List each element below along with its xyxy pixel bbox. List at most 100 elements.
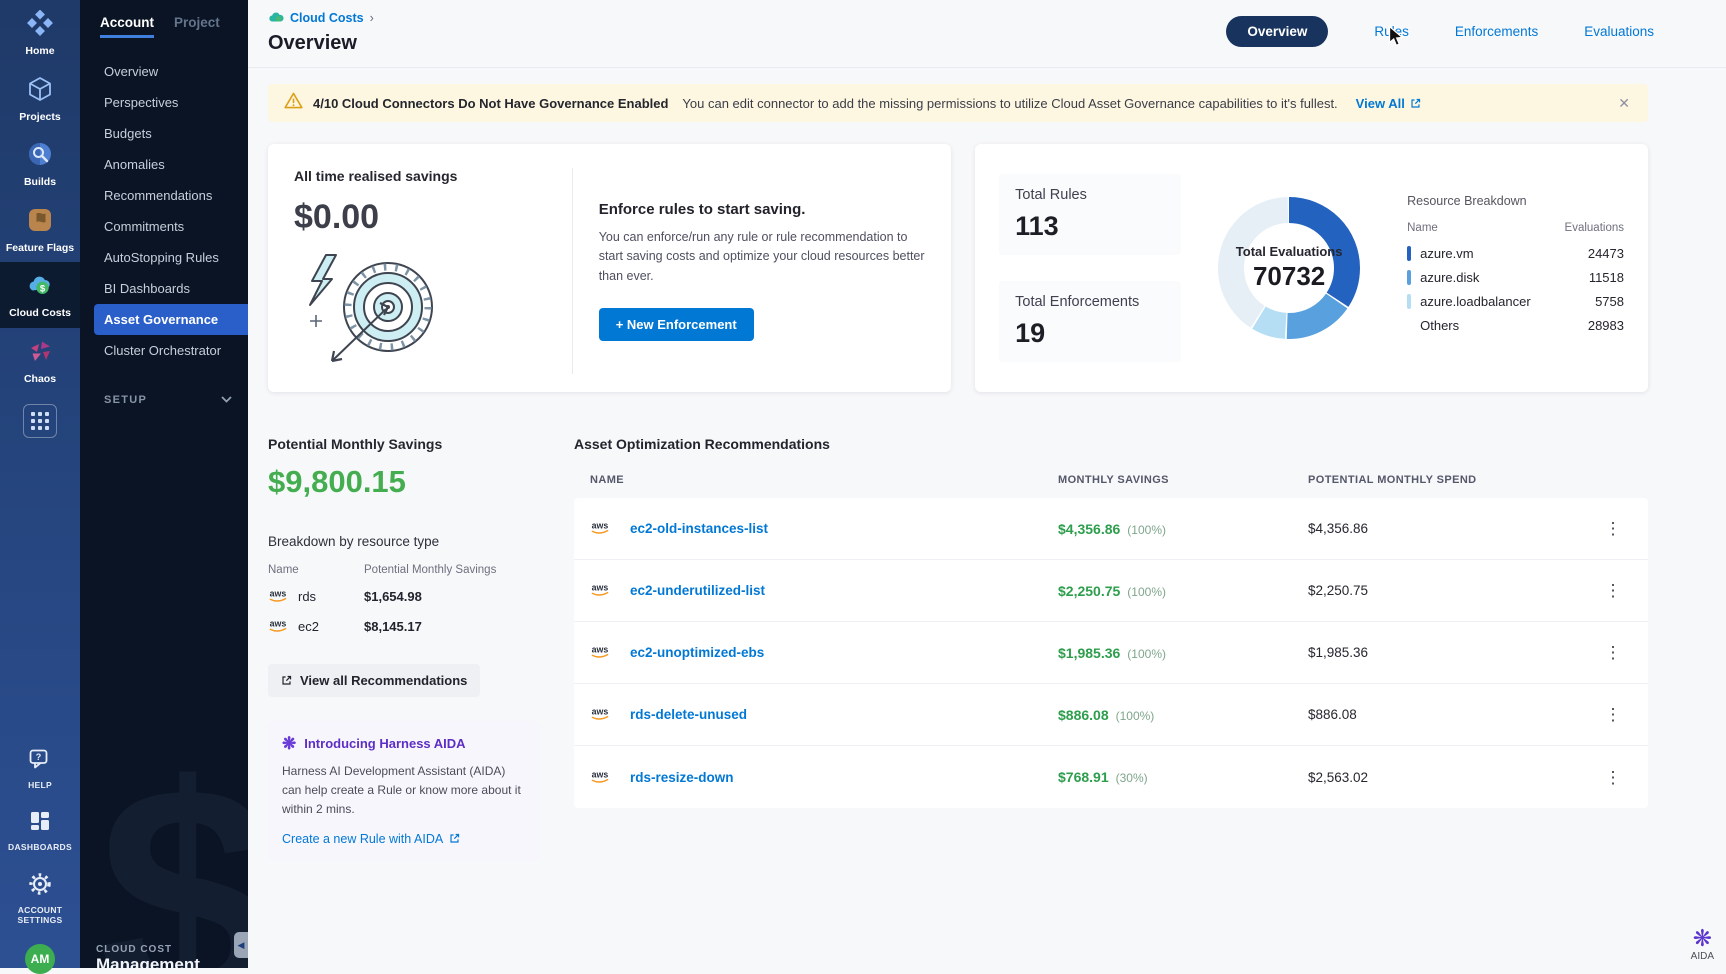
sidebar-item-autostopping-rules[interactable]: AutoStopping Rules	[80, 242, 248, 273]
legend-value: 11518	[1589, 270, 1624, 285]
col-name: NAME	[574, 474, 1058, 486]
rail-item-chaos[interactable]: Chaos	[0, 328, 80, 394]
sidebar-item-overview[interactable]: Overview	[80, 56, 248, 87]
sidebar-item-recommendations[interactable]: Recommendations	[80, 180, 248, 211]
aws-icon: aws	[590, 519, 614, 538]
cta-title: Enforce rules to start saving.	[599, 201, 925, 218]
banner-title: 4/10 Cloud Connectors Do Not Have Govern…	[313, 96, 668, 111]
table-row: awsec2-old-instances-list$4,356.86(100%)…	[574, 498, 1648, 560]
sidebar-item-anomalies[interactable]: Anomalies	[80, 149, 248, 180]
scope-tab-account[interactable]: Account	[100, 15, 154, 38]
rail-item-builds[interactable]: Builds	[0, 131, 80, 197]
resource-type-label: rds	[298, 589, 316, 604]
tab-enforcements[interactable]: Enforcements	[1455, 24, 1538, 39]
rail-item-help[interactable]: ?HELP	[0, 737, 80, 799]
aida-fab[interactable]: ❋ AIDA	[1691, 927, 1714, 962]
kebab-menu-icon[interactable]: ⋮	[1578, 582, 1648, 599]
sidebar-item-budgets[interactable]: Budgets	[80, 118, 248, 149]
recommendation-link[interactable]: awsec2-underutilized-list	[574, 581, 1058, 600]
rail-bottom-items: ?HELPDASHBOARDSACCOUNT SETTINGS	[0, 737, 80, 934]
breadcrumb[interactable]: Cloud Costs ›	[268, 10, 374, 26]
kebab-menu-icon[interactable]: ⋮	[1578, 644, 1648, 661]
rail-item-cloud-costs[interactable]: $Cloud Costs	[0, 262, 80, 328]
resource-breakdown-legend: Resource Breakdown Name Evaluations azur…	[1397, 194, 1624, 342]
breakdown-col-savings: Potential Monthly Savings	[364, 564, 496, 576]
dartboard-illustration	[298, 247, 440, 378]
potential-savings-label: Potential Monthly Savings	[268, 436, 540, 452]
sidebar-item-perspectives[interactable]: Perspectives	[80, 87, 248, 118]
legend-row: azure.vm 24473	[1407, 246, 1624, 261]
banner-close-icon[interactable]: ✕	[1616, 95, 1632, 112]
recommendations-rows: aws ec2-old-instances-list $4,356.86 (100%)…	[574, 498, 1648, 808]
svg-text:aws: aws	[592, 769, 609, 779]
rail-item-label: Chaos	[2, 373, 78, 386]
sidebar-item-setup[interactable]: SETUP	[80, 366, 248, 406]
rail-item-account-settings[interactable]: ACCOUNT SETTINGS	[0, 862, 80, 934]
kebab-menu-icon[interactable]: ⋮	[1578, 520, 1648, 537]
sidebar-nav: OverviewPerspectivesBudgetsAnomaliesReco…	[80, 56, 248, 366]
aws-icon: aws	[590, 705, 614, 724]
table-row: awsrds-resize-down$768.91(30%)$2,563.02⋮	[574, 746, 1648, 808]
cloud-costs-icon: $	[27, 272, 53, 298]
tab-evaluations[interactable]: Evaluations	[1584, 24, 1654, 39]
recommendation-name: ec2-old-instances-list	[630, 521, 768, 536]
legend-name: azure.vm	[1420, 246, 1473, 261]
recommendation-link[interactable]: awsrds-resize-down	[574, 768, 1058, 787]
legend-color-chip	[1407, 246, 1411, 261]
create-rule-with-aida-link[interactable]: Create a new Rule with AIDA	[282, 832, 526, 846]
svg-text:aws: aws	[592, 521, 609, 531]
recommendation-name: ec2-underutilized-list	[630, 583, 765, 598]
aida-panel-header: ❋ Introducing Harness AIDA	[282, 735, 526, 752]
kebab-menu-icon[interactable]: ⋮	[1578, 706, 1648, 723]
table-row: awsec2-underutilized-list$2,250.75(100%)…	[574, 560, 1648, 622]
sidebar-item-asset-governance[interactable]: Asset Governance	[94, 304, 248, 335]
savings-percent: (100%)	[1127, 585, 1166, 599]
external-link-icon	[1410, 98, 1421, 109]
tab-rules[interactable]: Rules	[1374, 24, 1409, 39]
top-cards-row: All time realised savings $0.00	[268, 144, 1648, 392]
scope-tab-project[interactable]: Project	[174, 15, 220, 38]
tab-overview[interactable]: Overview	[1226, 16, 1328, 47]
breakdown-col-name: Name	[268, 564, 364, 576]
legend-rows: azure.vm24473azure.disk11518azure.loadba…	[1407, 246, 1624, 333]
sidebar-collapse-button[interactable]: ◀	[234, 932, 248, 958]
realised-savings-label: All time realised savings	[294, 168, 572, 184]
sidebar-item-cluster-orchestrator[interactable]: Cluster Orchestrator	[80, 335, 248, 366]
rail-item-label: Feature Flags	[2, 242, 78, 255]
rail-item-feature-flags[interactable]: Feature Flags	[0, 197, 80, 263]
kebab-menu-icon[interactable]: ⋮	[1578, 769, 1648, 786]
page-header: Cloud Costs › Overview OverviewRulesEnfo…	[248, 0, 1726, 68]
recommendation-link[interactable]: awsrds-delete-unused	[574, 705, 1058, 724]
rail-item-dashboards[interactable]: DASHBOARDS	[0, 799, 80, 861]
legend-title: Resource Breakdown	[1407, 194, 1624, 208]
external-link-icon	[281, 675, 292, 686]
rail-item-module-picker[interactable]	[0, 394, 80, 451]
savings-amount: $1,985.36	[1058, 645, 1120, 661]
rail-item-projects[interactable]: Projects	[0, 66, 80, 132]
legend-row: Others28983	[1407, 318, 1624, 333]
breakdown-rows: awsrds$1,654.98awsec2$8,145.17	[268, 587, 540, 636]
recommendation-link[interactable]: awsec2-unoptimized-ebs	[574, 643, 1058, 662]
monthly-spend-cell: $2,563.02	[1308, 770, 1578, 785]
avatar[interactable]: AM	[25, 944, 55, 974]
rail-item-label: Home	[2, 45, 78, 58]
potential-savings-value: $9,800.15	[268, 464, 540, 500]
recommendation-link[interactable]: aws ec2-old-instances-list	[574, 519, 1058, 538]
sidebar-item-commitments[interactable]: Commitments	[80, 211, 248, 242]
new-enforcement-button[interactable]: + New Enforcement	[599, 308, 754, 341]
sidebar-item-bi-dashboards[interactable]: BI Dashboards	[80, 273, 248, 304]
banner-view-all-link[interactable]: View All	[1356, 96, 1421, 111]
savings-percent: (100%)	[1116, 709, 1155, 723]
savings-percent: (30%)	[1116, 771, 1148, 785]
legend-row: azure.loadbalancer5758	[1407, 294, 1624, 309]
view-all-recommendations-button[interactable]: View all Recommendations	[268, 664, 480, 697]
help-icon: ?	[27, 746, 53, 772]
table-row: awsrds-delete-unused$886.08(100%)$886.08…	[574, 684, 1648, 746]
aws-icon: aws	[590, 768, 614, 787]
rail-item-home[interactable]: Home	[0, 0, 80, 66]
breadcrumb-separator: ›	[370, 11, 374, 25]
legend-value: 24473	[1588, 246, 1624, 261]
card-divider	[572, 168, 573, 374]
monthly-spend-cell: $4,356.86	[1308, 521, 1578, 536]
aws-icon: aws	[590, 643, 614, 662]
